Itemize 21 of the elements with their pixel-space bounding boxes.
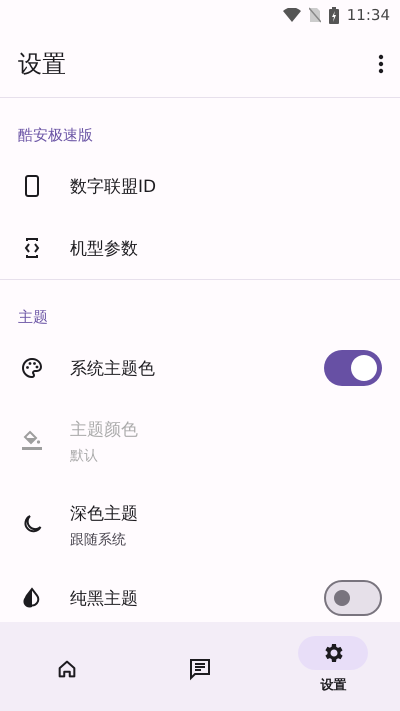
setting-title[interactable]: 机型参数 [70, 236, 382, 260]
setting-title[interactable]: 深色主题 [70, 502, 382, 524]
palette-icon [20, 356, 44, 380]
battery-icon [328, 6, 339, 24]
setting-description: 默认 [70, 446, 99, 464]
clock: 11:34 [346, 6, 390, 24]
home-icon [56, 658, 78, 680]
setting-description: 跟随系统 [70, 530, 127, 548]
page-title: 设置 [18, 48, 67, 80]
no-sim-icon [308, 7, 321, 23]
wifi-icon [282, 8, 301, 22]
toggle-switch[interactable] [324, 350, 382, 386]
paint-bucket-icon [20, 429, 44, 453]
setting-title[interactable]: 数字联盟ID [70, 174, 382, 198]
section-header: 主题 [17, 307, 49, 328]
toggle-switch[interactable] [324, 580, 382, 616]
setting-title[interactable]: 纯黑主题 [70, 586, 298, 610]
section-header: 酷安极速版 [17, 125, 94, 146]
more-options-icon[interactable] [378, 54, 384, 74]
setting-title[interactable]: 系统主题色 [70, 356, 298, 380]
message-icon [188, 657, 212, 681]
